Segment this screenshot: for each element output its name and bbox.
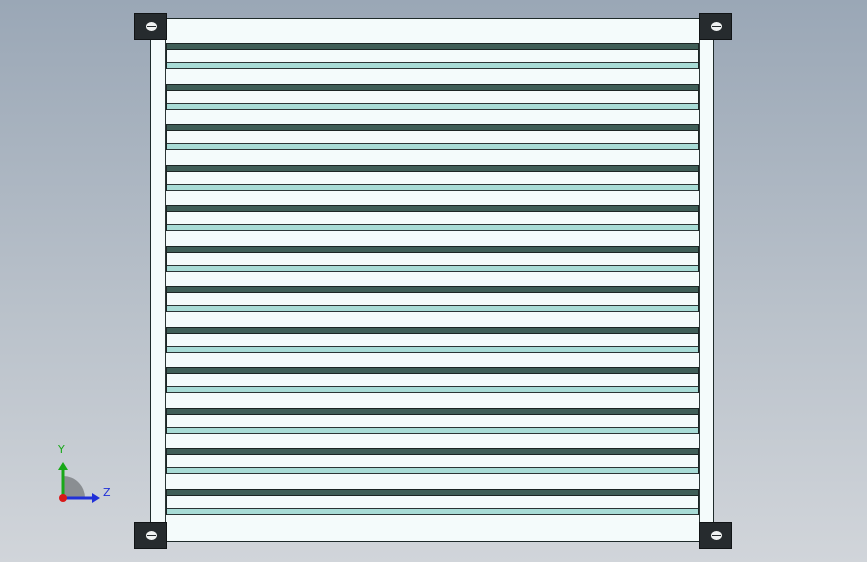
slat-face <box>166 293 699 306</box>
slat-bottom-band <box>166 185 699 191</box>
slat-bottom-band <box>166 306 699 312</box>
slat-edge-right <box>698 367 699 393</box>
louver-slat[interactable] <box>166 43 699 71</box>
plane-quadrant <box>63 476 85 498</box>
louver-slat[interactable] <box>166 408 699 436</box>
mounting-bracket-top-left[interactable] <box>134 13 167 40</box>
slat-edge-left <box>166 124 167 150</box>
slat-edge-right <box>698 286 699 312</box>
louver-slat[interactable] <box>166 165 699 193</box>
louver-slat[interactable] <box>166 327 699 355</box>
slat-edge-right <box>698 124 699 150</box>
slat-top-band <box>166 408 699 415</box>
inner-rail-right <box>699 40 700 522</box>
slat-bottom-band <box>166 509 699 515</box>
slat-face <box>166 50 699 63</box>
slat-edge-right <box>698 84 699 110</box>
axis-triad[interactable]: Y Z <box>50 440 120 510</box>
slat-top-band <box>166 246 699 253</box>
bolt-hole-icon <box>711 22 722 31</box>
slat-edge-left <box>166 367 167 393</box>
slat-face <box>166 212 699 225</box>
slat-bottom-band <box>166 225 699 231</box>
slat-face <box>166 131 699 144</box>
slat-edge-right <box>698 489 699 515</box>
bolt-hole-icon <box>146 531 157 540</box>
mounting-bracket-bottom-left[interactable] <box>134 522 167 549</box>
slat-bottom-band <box>166 387 699 393</box>
slat-face <box>166 334 699 347</box>
louver-slat[interactable] <box>166 448 699 476</box>
louver-slat[interactable] <box>166 84 699 112</box>
louver-slat[interactable] <box>166 205 699 233</box>
origin-point <box>59 494 67 502</box>
slat-face <box>166 172 699 185</box>
slat-edge-right <box>698 327 699 353</box>
slat-top-band <box>166 448 699 455</box>
slat-edge-left <box>166 286 167 312</box>
slat-edge-right <box>698 408 699 434</box>
slat-edge-left <box>166 165 167 191</box>
slat-top-band <box>166 124 699 131</box>
mounting-bracket-bottom-right[interactable] <box>699 522 732 549</box>
slat-top-band <box>166 327 699 334</box>
slat-edge-right <box>698 43 699 69</box>
mounting-bracket-top-right[interactable] <box>699 13 732 40</box>
slat-top-band <box>166 367 699 374</box>
slat-edge-right <box>698 205 699 231</box>
slat-edge-left <box>166 84 167 110</box>
slat-edge-right <box>698 246 699 272</box>
louver-slat[interactable] <box>166 286 699 314</box>
louver-slat[interactable] <box>166 246 699 274</box>
slat-edge-right <box>698 448 699 474</box>
louver-slat[interactable] <box>166 489 699 517</box>
slat-bottom-band <box>166 468 699 474</box>
slat-top-band <box>166 84 699 91</box>
slat-face <box>166 415 699 428</box>
slat-top-band <box>166 489 699 496</box>
graphics-viewport[interactable]: Y Z <box>0 0 867 562</box>
slat-top-band <box>166 43 699 50</box>
slat-bottom-band <box>166 144 699 150</box>
slat-top-band <box>166 286 699 293</box>
y-axis-arrow <box>58 462 68 470</box>
slat-face <box>166 455 699 468</box>
slat-face <box>166 253 699 266</box>
slat-edge-left <box>166 489 167 515</box>
slat-edge-left <box>166 327 167 353</box>
slat-face <box>166 374 699 387</box>
slat-bottom-band <box>166 63 699 69</box>
bolt-hole-icon <box>711 531 722 540</box>
slat-top-band <box>166 205 699 212</box>
slat-edge-right <box>698 165 699 191</box>
z-axis-label: Z <box>103 486 111 499</box>
slat-bottom-band <box>166 104 699 110</box>
slat-face <box>166 91 699 104</box>
slat-edge-left <box>166 246 167 272</box>
slat-face <box>166 496 699 509</box>
slat-bottom-band <box>166 428 699 434</box>
slat-edge-left <box>166 408 167 434</box>
louver-slat[interactable] <box>166 124 699 152</box>
louver-slat[interactable] <box>166 367 699 395</box>
z-axis-arrow <box>92 493 100 503</box>
slat-bottom-band <box>166 266 699 272</box>
slat-bottom-band <box>166 347 699 353</box>
slat-top-band <box>166 165 699 172</box>
slat-edge-left <box>166 448 167 474</box>
slat-edge-left <box>166 205 167 231</box>
slat-edge-left <box>166 43 167 69</box>
y-axis-label: Y <box>58 443 65 456</box>
bolt-hole-icon <box>146 22 157 31</box>
